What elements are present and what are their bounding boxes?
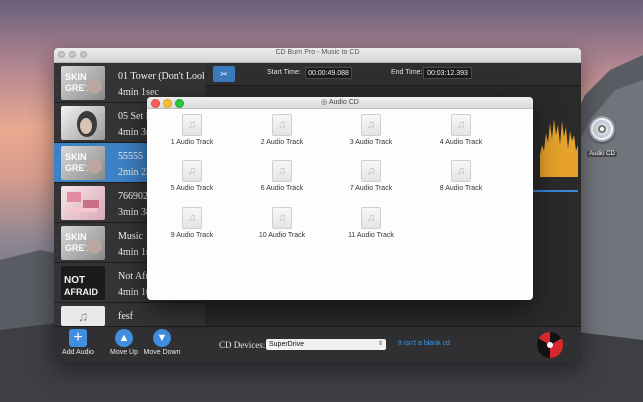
add-audio-label: Add Audio xyxy=(62,349,94,356)
audio-file-icon: ♫ xyxy=(451,160,471,182)
audio-file-icon: ♫ xyxy=(361,114,381,136)
disc-icon: ◎ xyxy=(321,99,328,106)
audio-file-icon: ♫ xyxy=(182,160,202,182)
desktop-audio-cd-icon[interactable]: Audio CD xyxy=(584,116,620,160)
scissors-icon[interactable]: ✂ xyxy=(213,66,235,82)
audio-track-label: 2 Audio Track xyxy=(260,139,304,146)
audio-track-file[interactable]: ♫ 7 Audio Track xyxy=(336,160,406,192)
audio-track-file[interactable]: ♫ 2 Audio Track xyxy=(247,114,317,146)
music-note-icon: ♫ xyxy=(61,306,105,326)
svg-text:SKIN: SKIN xyxy=(65,232,87,242)
end-time-label: End Time: xyxy=(391,69,423,76)
audio-track-label: 10 Audio Track xyxy=(258,232,306,239)
audio-track-label: 3 Audio Track xyxy=(349,139,393,146)
audio-file-icon: ♫ xyxy=(451,114,471,136)
album-art-thumbnail xyxy=(61,106,105,140)
album-art-thumbnail: NOT AFRAID xyxy=(61,266,105,300)
arrow-up-icon: ▲ xyxy=(115,329,133,347)
audio-track-label: 7 Audio Track xyxy=(349,185,393,192)
audio-track-label: 5 Audio Track xyxy=(170,185,214,192)
audio-file-icon: ♫ xyxy=(272,114,292,136)
svg-text:AFRAID: AFRAID xyxy=(64,287,98,297)
audio-file-icon: ♫ xyxy=(182,114,202,136)
app-titlebar: CD Burn Pro - Music to CD xyxy=(54,48,581,63)
cd-device-value: SuperDrive xyxy=(269,341,305,348)
move-down-button[interactable]: ▼ Move Down xyxy=(138,329,186,362)
svg-text:NOT: NOT xyxy=(64,275,85,286)
cd-device-select[interactable]: SuperDrive ⇕ xyxy=(266,339,386,350)
audio-file-icon: ♫ xyxy=(361,160,381,182)
album-art-thumbnail xyxy=(61,186,105,220)
audio-track-file[interactable]: ♫ 4 Audio Track xyxy=(426,114,496,146)
arrow-down-icon: ▼ xyxy=(153,329,171,347)
start-time-field[interactable]: 00:00:49.088 xyxy=(305,67,352,79)
start-time-label: Start Time: xyxy=(267,69,301,76)
audio-file-icon: ♫ xyxy=(361,207,381,229)
audio-cd-title-text: Audio CD xyxy=(328,99,359,106)
audio-track-label: 6 Audio Track xyxy=(260,185,304,192)
audio-track-file[interactable]: ♫ 3 Audio Track xyxy=(336,114,406,146)
album-art-thumbnail: SKIN GREY xyxy=(61,226,105,260)
track-title: fesf xyxy=(118,311,133,322)
audio-track-file[interactable]: ♫ 10 Audio Track xyxy=(247,207,317,239)
audio-cd-titlebar: ◎ Audio CD xyxy=(147,97,533,109)
chevron-updown-icon: ⇕ xyxy=(377,341,383,347)
end-time-field[interactable]: 00:03:12.393 xyxy=(423,67,472,79)
plus-icon: + xyxy=(69,329,87,347)
svg-text:SKIN: SKIN xyxy=(65,152,87,162)
audio-track-file[interactable]: ♫ 5 Audio Track xyxy=(157,160,227,192)
audio-track-label: 4 Audio Track xyxy=(439,139,483,146)
app-title: CD Burn Pro - Music to CD xyxy=(275,49,360,56)
editor-toolbar: ✂ Start Time: 00:00:49.088 End Time: 00:… xyxy=(205,63,581,86)
bottom-toolbar: + Add Audio ▲ Move Up ▼ Move Down CD Dev… xyxy=(54,326,581,362)
audio-track-label: 1 Audio Track xyxy=(170,139,214,146)
add-audio-button[interactable]: + Add Audio xyxy=(54,329,102,362)
waveform xyxy=(540,119,578,177)
svg-text:SKIN: SKIN xyxy=(65,72,87,82)
audio-track-file[interactable]: ♫ 9 Audio Track xyxy=(157,207,227,239)
audio-track-file[interactable]: ♫ 1 Audio Track xyxy=(157,114,227,146)
move-down-label: Move Down xyxy=(143,349,181,356)
audio-file-icon: ♫ xyxy=(182,207,202,229)
audio-track-label: 8 Audio Track xyxy=(439,185,483,192)
audio-cd-window: ◎ Audio CD ♫ 1 Audio Track ♫ 2 Audio Tra… xyxy=(147,97,533,300)
cd-devices-label: CD Devices: xyxy=(219,340,266,350)
burn-disc-icon[interactable] xyxy=(536,331,564,359)
album-art-thumbnail: SKIN GREY xyxy=(61,146,105,180)
album-art-thumbnail: SKIN GREY xyxy=(61,66,105,100)
track-item[interactable]: ♫ fesf xyxy=(54,303,205,326)
audio-cd-title: ◎ Audio CD xyxy=(147,98,533,106)
desktop-cd-label: Audio CD xyxy=(587,151,617,157)
track-title: 01 Tower (Don't Look Down) xyxy=(118,71,204,82)
audio-file-icon: ♫ xyxy=(272,160,292,182)
cd-status-message: It isn't a blank cd xyxy=(398,340,450,347)
audio-track-file[interactable]: ♫ 6 Audio Track xyxy=(247,160,317,192)
audio-track-label: 11 Audio Track xyxy=(348,232,394,239)
audio-file-icon: ♫ xyxy=(272,207,292,229)
audio-track-label: 9 Audio Track xyxy=(170,232,214,239)
audio-track-file[interactable]: ♫ 11 Audio Track xyxy=(336,207,406,239)
cd-disc-icon xyxy=(589,116,615,142)
audio-track-file[interactable]: ♫ 8 Audio Track xyxy=(426,160,496,192)
